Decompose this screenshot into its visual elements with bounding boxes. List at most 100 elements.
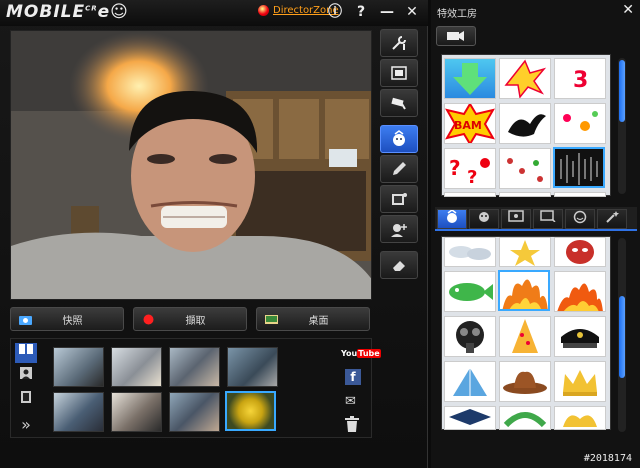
effect-gas-mask[interactable]	[444, 316, 496, 357]
effect-bam[interactable]: BAM	[444, 103, 496, 144]
effect-grass[interactable]	[554, 192, 606, 197]
thumbnail[interactable]	[111, 347, 162, 387]
title-bar[interactable]: MOBILECRe☺ DirectorZone ⓘ ? — ✕	[0, 0, 428, 26]
thumbnail-selected[interactable]	[225, 391, 276, 431]
effects-bottom-scroll-thumb[interactable]	[619, 296, 625, 378]
video-camera-icon	[447, 31, 464, 41]
camera-icon	[19, 315, 32, 325]
videos-filter-button[interactable]	[15, 389, 37, 409]
thumbnail[interactable]	[169, 347, 220, 387]
effect-confetti[interactable]	[499, 192, 551, 197]
effects-top-scroll-thumb[interactable]	[619, 60, 625, 122]
avatar-icon	[479, 212, 489, 222]
facebook-share-button[interactable]: f	[345, 369, 361, 385]
thumbnail[interactable]	[53, 347, 104, 387]
effect-graduation-cap[interactable]	[444, 406, 496, 430]
svg-text:?: ?	[449, 156, 461, 180]
effect-pow-burst[interactable]	[499, 58, 551, 99]
effects-grid-top: 3 BAM ??	[441, 54, 611, 197]
svg-text:BAM: BAM	[454, 119, 482, 132]
face-track-tool-button[interactable]	[380, 215, 418, 243]
effects-panel: 特效工房 ✕ 3 BAM ??	[431, 0, 640, 468]
effect-fish[interactable]	[444, 271, 496, 312]
film-clip-icon	[392, 193, 407, 205]
camera-selector[interactable]	[436, 26, 476, 46]
fullscreen-tool-button[interactable]	[380, 59, 418, 87]
snapshot-button[interactable]: 快照	[10, 307, 124, 331]
effect-particles[interactable]	[499, 148, 551, 189]
settings-tool-button[interactable]	[380, 29, 418, 57]
info-button[interactable]: ⓘ	[326, 3, 344, 21]
security-camera-icon	[391, 97, 406, 110]
tab-frames[interactable]	[501, 209, 531, 229]
effect-crown[interactable]	[554, 361, 606, 402]
effect-clouds[interactable]	[444, 237, 496, 267]
record-label: 擷取	[185, 315, 206, 327]
desktop-icon	[265, 314, 278, 324]
frame-icon	[508, 210, 524, 222]
effects-tool-button[interactable]	[380, 125, 418, 153]
photos-filter-button[interactable]	[15, 365, 37, 385]
youtube-share-button[interactable]: YouTube	[341, 345, 381, 363]
effect-flames[interactable]	[554, 271, 606, 312]
tab-screens[interactable]	[533, 209, 563, 229]
add-face-icon	[391, 224, 407, 237]
main-window: MOBILECRe☺ DirectorZone ⓘ ? — ✕ 快照 擷取 桌面…	[0, 0, 428, 468]
all-media-filter-button[interactable]	[15, 343, 37, 363]
effect-stars[interactable]	[554, 103, 606, 144]
close-button[interactable]: ✕	[403, 3, 421, 21]
arrow-down-icon	[453, 63, 487, 95]
webcam-frame-image	[11, 31, 371, 299]
effect-number-3[interactable]: 3	[554, 58, 606, 99]
magic-wand-icon	[606, 211, 619, 223]
desktop-button[interactable]: 桌面	[256, 307, 370, 331]
record-button[interactable]: 擷取	[133, 307, 247, 331]
thumbnail[interactable]	[53, 392, 104, 432]
minimize-button[interactable]: —	[378, 3, 396, 21]
effect-starburst[interactable]	[499, 237, 551, 267]
thumbnail[interactable]	[169, 392, 220, 432]
clip-tool-button[interactable]	[380, 185, 418, 213]
effect-bird-silhouette[interactable]	[499, 103, 551, 144]
app-root: MOBILECRe☺ DirectorZone ⓘ ? — ✕ 快照 擷取 桌面…	[0, 0, 640, 468]
draw-tool-button[interactable]	[380, 155, 418, 183]
effect-question-bubbles[interactable]: ??	[444, 148, 496, 189]
effect-download-arrow[interactable]	[444, 58, 496, 99]
webcam-preview	[10, 30, 372, 300]
all-media-icon	[19, 344, 33, 354]
tab-magic[interactable]	[597, 209, 627, 229]
fullscreen-icon	[391, 66, 407, 80]
tab-emoticons[interactable]	[565, 209, 595, 229]
record-dot-icon	[143, 314, 154, 324]
watermark-text: #2018174	[583, 453, 632, 464]
eraser-icon	[393, 261, 405, 271]
eraser-tool-button[interactable]	[380, 251, 418, 279]
tab-avatars[interactable]	[469, 209, 499, 229]
effects-bottom-scrollbar[interactable]	[618, 238, 626, 432]
smiley-icon	[573, 210, 587, 224]
pencil-icon	[393, 162, 406, 175]
delete-button[interactable]	[345, 416, 363, 434]
effect-cowboy-hat[interactable]	[499, 361, 551, 402]
thumbnail[interactable]	[227, 347, 278, 387]
email-share-button[interactable]: ✉	[345, 393, 371, 411]
effect-party-hat[interactable]	[499, 316, 551, 357]
effect-rain-lines[interactable]	[553, 147, 605, 188]
effect-police-hat[interactable]	[554, 316, 606, 357]
effects-top-scrollbar[interactable]	[618, 58, 626, 194]
effects-close-button[interactable]: ✕	[622, 2, 634, 18]
thumbnail[interactable]	[111, 392, 162, 432]
help-button[interactable]: ?	[352, 3, 370, 21]
effect-sparks[interactable]	[444, 192, 496, 197]
effect-wreath[interactable]	[499, 406, 551, 430]
surveillance-tool-button[interactable]	[380, 89, 418, 117]
effect-jester-hat[interactable]	[554, 406, 606, 430]
tab-face-masks[interactable]	[437, 209, 467, 229]
effect-tent[interactable]	[444, 361, 496, 402]
snapshot-label: 快照	[62, 315, 83, 327]
effect-mask[interactable]	[554, 237, 606, 267]
screen-icon	[540, 210, 556, 223]
effect-flames-selected[interactable]	[498, 270, 550, 311]
expand-button[interactable]: »	[15, 415, 37, 435]
svg-text:3: 3	[573, 68, 588, 93]
